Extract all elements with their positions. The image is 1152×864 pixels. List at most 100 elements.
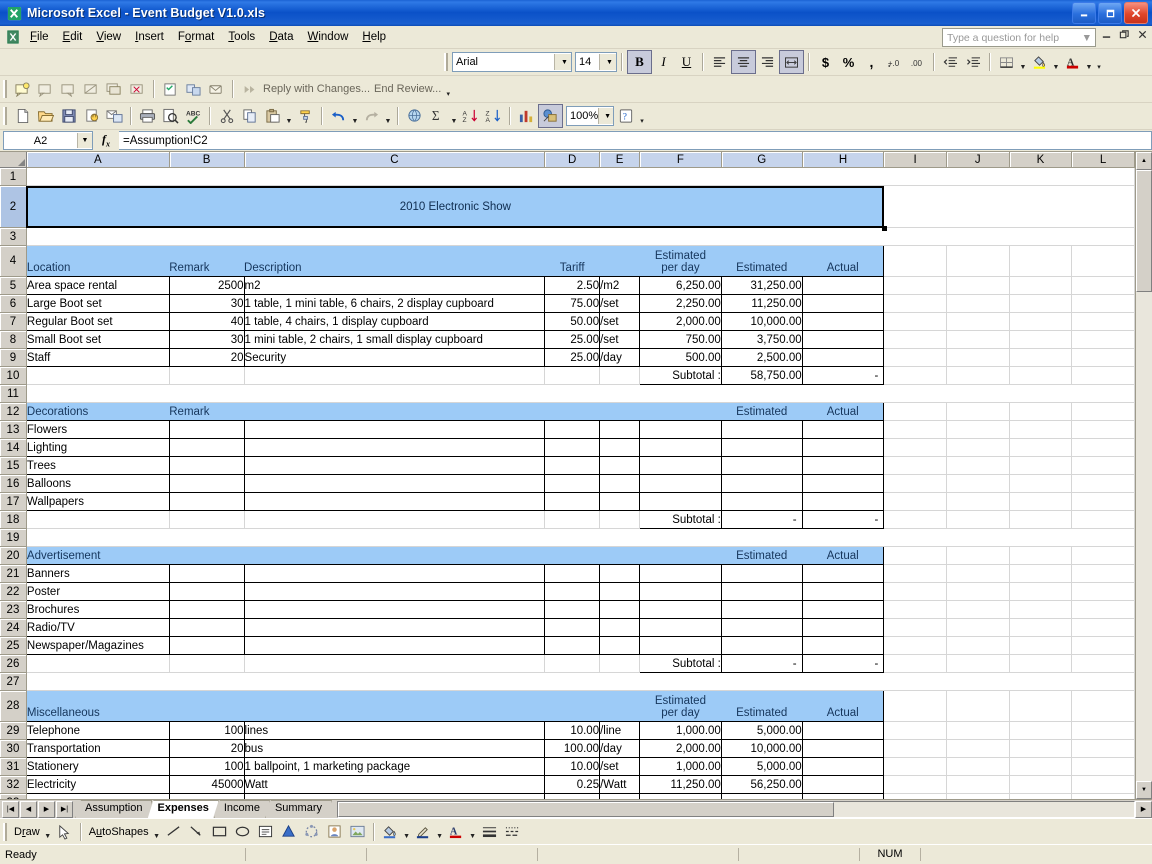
cell-j22[interactable] (946, 583, 1009, 601)
cell-k17[interactable] (1009, 493, 1072, 511)
new-icon[interactable] (11, 105, 34, 127)
toolbar-options-icon[interactable]: ▾ (637, 103, 647, 130)
cell-d22[interactable] (545, 583, 600, 601)
header-misc-estimated-per-day[interactable]: Estimated per day (640, 691, 722, 722)
cell-e24[interactable] (600, 619, 640, 637)
cell-a6[interactable]: Large Boot set (26, 295, 169, 313)
cell-f29[interactable]: 1,000.00 (640, 722, 722, 740)
undo-icon[interactable] (327, 105, 350, 127)
cell-f9[interactable]: 500.00 (640, 349, 722, 367)
cell-k5[interactable] (1009, 277, 1072, 295)
send-to-mail-recipient-icon[interactable] (205, 78, 228, 100)
subtotal-actual-decorations[interactable]: - (802, 511, 884, 529)
cell-k13[interactable] (1009, 421, 1072, 439)
cell-d8[interactable]: 25.00 (545, 331, 600, 349)
cell-k16[interactable] (1009, 475, 1072, 493)
column-header-h[interactable]: H (802, 152, 884, 168)
cell-d24[interactable] (545, 619, 600, 637)
cell-j20[interactable] (946, 547, 1009, 565)
cell-c26[interactable] (244, 655, 545, 673)
cell-g25[interactable] (721, 637, 802, 655)
format-painter-icon[interactable] (294, 105, 317, 127)
cell-a13[interactable]: Flowers (26, 421, 169, 439)
cell-i13[interactable] (884, 421, 947, 439)
sheet-tab-expenses[interactable]: Expenses (147, 800, 218, 818)
cell-j28[interactable] (946, 691, 1009, 722)
chevron-down-icon[interactable]: ▼ (468, 818, 478, 845)
cell-e33[interactable] (600, 794, 640, 800)
cell-k30[interactable] (1009, 740, 1072, 758)
cell-b8[interactable]: 30 (169, 331, 244, 349)
cell-c31[interactable]: 1 ballpoint, 1 marketing package (244, 758, 545, 776)
cell-i29[interactable] (884, 722, 947, 740)
cell-l30[interactable] (1072, 740, 1135, 758)
cell-i28[interactable] (884, 691, 947, 722)
cell-d15[interactable] (545, 457, 600, 475)
name-box[interactable]: A2 ▼ (3, 131, 93, 150)
cell-f12[interactable] (640, 403, 722, 421)
row-header-12[interactable]: 12 (0, 403, 26, 421)
cell-e5[interactable]: /m2 (600, 277, 640, 295)
cell-g17[interactable] (721, 493, 802, 511)
cell-i6[interactable] (884, 295, 947, 313)
cell-i5[interactable] (884, 277, 947, 295)
row-header-33[interactable]: 33 (0, 794, 26, 800)
cell-k20[interactable] (1009, 547, 1072, 565)
cell-i10[interactable] (884, 367, 947, 385)
menu-help[interactable]: Help (355, 28, 393, 46)
cell-c20[interactable] (244, 547, 545, 565)
header-tariff[interactable]: Tariff (545, 246, 600, 277)
menu-data[interactable]: Data (262, 28, 300, 46)
row-header-2[interactable]: 2 (0, 186, 26, 228)
cell-l8[interactable] (1072, 331, 1135, 349)
cell-h33[interactable] (802, 794, 884, 800)
cell-i14[interactable] (884, 439, 947, 457)
cell-d16[interactable] (545, 475, 600, 493)
row-header-18[interactable]: 18 (0, 511, 26, 529)
chevron-down-icon[interactable]: ▼ (152, 818, 162, 845)
text-box-icon[interactable] (254, 821, 277, 843)
cell-i15[interactable] (884, 457, 947, 475)
cell-a15[interactable]: Trees (26, 457, 169, 475)
cell-l20[interactable] (1072, 547, 1135, 565)
column-header-e[interactable]: E (600, 152, 640, 168)
cell-e25[interactable] (600, 637, 640, 655)
cell-g14[interactable] (721, 439, 802, 457)
cell-h5[interactable] (802, 277, 884, 295)
cell-i24[interactable] (884, 619, 947, 637)
row-header-20[interactable]: 20 (0, 547, 26, 565)
cell-i4[interactable] (884, 246, 947, 277)
select-all-corner[interactable] (0, 152, 26, 168)
cell-i7[interactable] (884, 313, 947, 331)
cell-l16[interactable] (1072, 475, 1135, 493)
cell-h25[interactable] (802, 637, 884, 655)
last-sheet-button[interactable]: ▶| (56, 801, 73, 818)
paste-icon[interactable] (261, 105, 284, 127)
cell-l5[interactable] (1072, 277, 1135, 295)
header-misc-estimated[interactable]: Estimated (721, 691, 802, 722)
cell-d25[interactable] (545, 637, 600, 655)
chevron-down-icon[interactable]: ▼ (383, 103, 393, 130)
menu-view[interactable]: View (89, 28, 128, 46)
cell-i12[interactable] (884, 403, 947, 421)
vertical-scroll-track[interactable] (1136, 292, 1152, 781)
autoshapes-menu-button[interactable]: AutoShapes (86, 826, 152, 838)
menu-format[interactable]: Format (171, 28, 221, 46)
row-header-6[interactable]: 6 (0, 295, 26, 313)
cell-j23[interactable] (946, 601, 1009, 619)
cell-i8[interactable] (884, 331, 947, 349)
cell-b26[interactable] (169, 655, 244, 673)
autosum-icon[interactable]: Σ (426, 105, 449, 127)
cell-d26[interactable] (545, 655, 600, 673)
merge-and-center-button[interactable] (779, 50, 804, 74)
menu-tools[interactable]: Tools (221, 28, 262, 46)
toolbar-grip[interactable] (444, 53, 449, 71)
cell-b9[interactable]: 20 (169, 349, 244, 367)
cell-b25[interactable] (169, 637, 244, 655)
column-header-i[interactable]: I (884, 152, 947, 168)
chevron-down-icon[interactable]: ▼ (449, 103, 459, 130)
cell-f7[interactable]: 2,000.00 (640, 313, 722, 331)
subtotal-estimated-advertisement[interactable]: - (721, 655, 802, 673)
hide-comment-icon[interactable] (80, 78, 103, 100)
row-header-22[interactable]: 22 (0, 583, 26, 601)
